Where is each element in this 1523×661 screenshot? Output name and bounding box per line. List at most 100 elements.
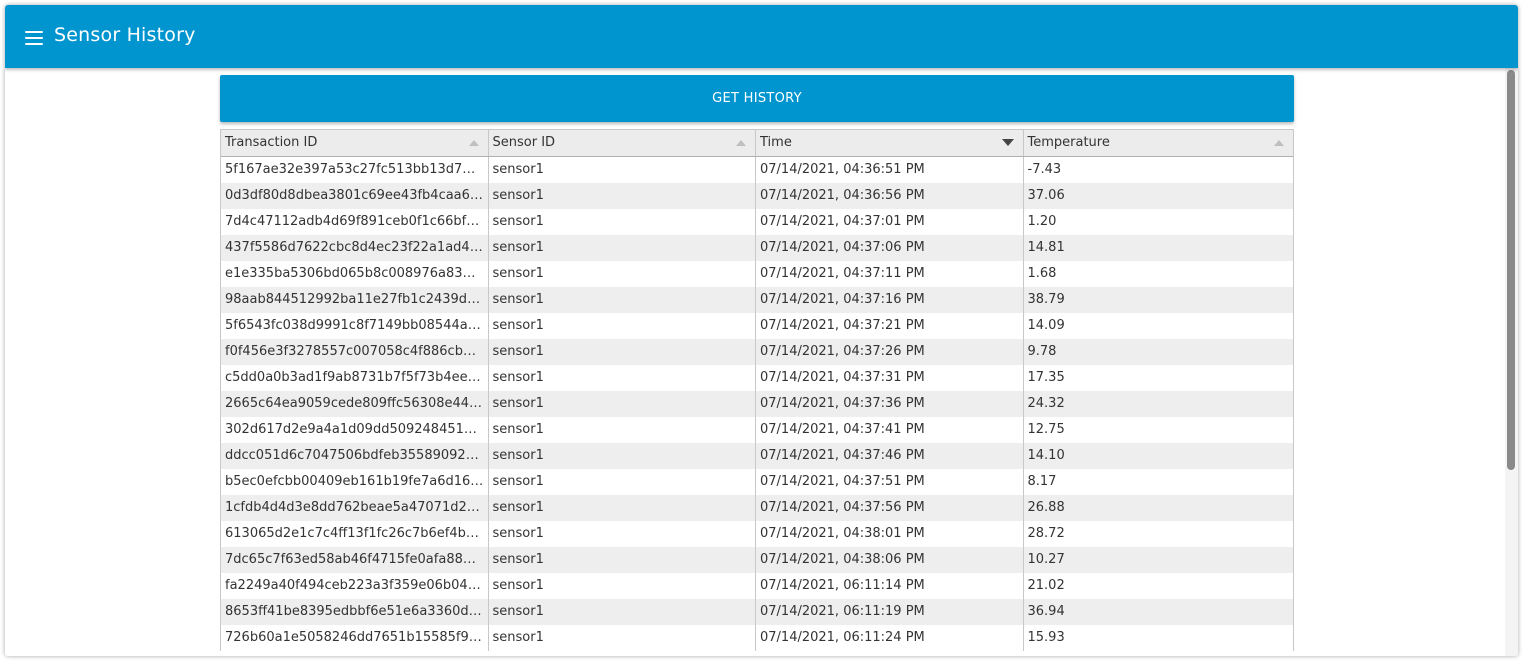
app-window: Sensor History GET HISTORY Transaction I… [5,5,1518,656]
table-row[interactable]: 8653ff41be8395edbbf6e51e6a3360dd… sensor1… [221,599,1293,625]
table-row[interactable]: 0d3df80d8dbea3801c69ee43fb4caa65… sensor1… [221,183,1293,209]
table-row[interactable]: 437f5586d7622cbc8d4ec23f22a1ad4fc… sensor… [221,235,1293,261]
temperature-cell: 17.35 [1027,370,1065,385]
table-row[interactable]: e1e335ba5306bd065b8c008976a836c… sensor1 0… [221,261,1293,287]
vertical-scrollbar[interactable] [1505,68,1518,656]
temperature-cell: 14.10 [1027,448,1065,463]
time-cell: 07/14/2021, 04:37:16 PM [756,287,1024,313]
time-cell: 07/14/2021, 04:37:06 PM [756,235,1024,261]
transaction-id-cell: 5f6543fc038d9991c8f7149bb08544a1… [221,313,489,339]
temperature-cell: 12.75 [1027,422,1065,437]
sensor-id-cell: sensor1 [489,599,756,625]
sort-up-icon [468,140,479,146]
time-cell: 07/14/2021, 04:38:01 PM [756,521,1024,547]
temperature-cell: 26.88 [1027,500,1065,515]
transaction-id-cell: 726b60a1e5058246dd7651b15585f96a… [221,625,489,651]
table-row[interactable]: 5f167ae32e397a53c27fc513bb13d777e… sensor… [221,157,1293,183]
history-table: Transaction ID Sensor ID Time Temperatur… [220,129,1294,651]
transaction-id-cell: f0f456e3f3278557c007058c4f886cbab… [221,339,489,365]
table-row[interactable]: 7dc65c7f63ed58ab46f4715fe0afa884c… sensor… [221,547,1293,573]
sensor-id-cell: sensor1 [489,365,756,391]
table-row[interactable]: f0f456e3f3278557c007058c4f886cbab… sensor… [221,339,1293,365]
scrollbar-thumb[interactable] [1507,70,1515,470]
temperature-cell: -7.43 [1027,162,1062,177]
table-row[interactable]: 302d617d2e9a4a1d09dd50924845159… sensor1 0… [221,417,1293,443]
transaction-id-cell: 2665c64ea9059cede809ffc56308e443… [221,391,489,417]
table-row[interactable]: 2665c64ea9059cede809ffc56308e443… sensor1… [221,391,1293,417]
transaction-id-cell: 8653ff41be8395edbbf6e51e6a3360dd… [221,599,489,625]
sensor-id-cell: sensor1 [489,313,756,339]
sensor-id-cell: sensor1 [489,261,756,287]
table-row[interactable]: 1cfdb4d4d3e8dd762beae5a47071d236… sensor1… [221,495,1293,521]
temperature-cell: 38.79 [1027,292,1065,307]
get-history-button[interactable]: GET HISTORY [220,75,1294,122]
column-header-time[interactable]: Time [756,130,1024,156]
sensor-id-cell: sensor1 [489,339,756,365]
time-cell: 07/14/2021, 04:37:56 PM [756,495,1024,521]
hamburger-menu-icon[interactable] [25,31,43,45]
sensor-id-cell: sensor1 [489,521,756,547]
transaction-id-cell: 613065d2e1c7c4ff13f1fc26c7b6ef4bdf0… [221,521,489,547]
time-cell: 07/14/2021, 04:37:41 PM [756,417,1024,443]
sensor-id-cell: sensor1 [489,209,756,235]
time-cell: 07/14/2021, 06:11:24 PM [756,625,1024,651]
transaction-id-cell: e1e335ba5306bd065b8c008976a836c… [221,261,489,287]
sensor-id-cell: sensor1 [489,495,756,521]
transaction-id-cell: 98aab844512992ba11e27fb1c2439dc0… [221,287,489,313]
sort-up-icon [736,140,746,146]
temperature-cell: 37.06 [1027,188,1065,203]
temperature-cell: 8.17 [1027,474,1057,489]
column-header-transaction-id[interactable]: Transaction ID [221,130,489,156]
sensor-id-cell: sensor1 [489,183,756,209]
app-bar: Sensor History [5,5,1518,68]
temperature-cell: 28.72 [1027,526,1065,541]
transaction-id-cell: fa2249a40f494ceb223a3f359e06b043… [221,573,489,599]
table-row[interactable]: 98aab844512992ba11e27fb1c2439dc0… sensor1… [221,287,1293,313]
table-row[interactable]: 7d4c47112adb4d69f891ceb0f1c66bf2b… sensor… [221,209,1293,235]
time-cell: 07/14/2021, 04:37:51 PM [756,469,1024,495]
temperature-cell: 14.09 [1027,318,1065,333]
table-row[interactable]: 5f6543fc038d9991c8f7149bb08544a1… sensor1… [221,313,1293,339]
table-row[interactable]: c5dd0a0b3ad1f9ab8731b7f5f73b4ee49… sensor… [221,365,1293,391]
table-row[interactable]: 613065d2e1c7c4ff13f1fc26c7b6ef4bdf0… sens… [221,521,1293,547]
transaction-id-cell: 0d3df80d8dbea3801c69ee43fb4caa65… [221,183,489,209]
temperature-cell: 14.81 [1027,240,1065,255]
time-cell: 07/14/2021, 04:37:26 PM [756,339,1024,365]
transaction-id-cell: ddcc051d6c7047506bdfeb35589092cb… [221,443,489,469]
temperature-cell: 24.32 [1027,396,1065,411]
transaction-id-cell: 7d4c47112adb4d69f891ceb0f1c66bf2b… [221,209,489,235]
sensor-id-cell: sensor1 [489,157,756,183]
transaction-id-cell: b5ec0efcbb00409eb161b19fe7a6d16b… [221,469,489,495]
time-cell: 07/14/2021, 04:37:01 PM [756,209,1024,235]
temperature-cell: 1.20 [1027,214,1057,229]
time-cell: 07/14/2021, 04:36:56 PM [756,183,1024,209]
column-header-label: Transaction ID [225,135,318,150]
time-cell: 07/14/2021, 04:37:31 PM [756,365,1024,391]
main-content: GET HISTORY Transaction ID Sensor ID Tim… [5,68,1505,656]
sensor-id-cell: sensor1 [489,573,756,599]
table-row[interactable]: fa2249a40f494ceb223a3f359e06b043… sensor1… [221,573,1293,599]
sensor-id-cell: sensor1 [489,625,756,651]
sort-down-icon [1001,139,1014,146]
temperature-cell: 15.93 [1027,630,1065,645]
table-row[interactable]: b5ec0efcbb00409eb161b19fe7a6d16b… sensor1… [221,469,1293,495]
table-row[interactable]: 726b60a1e5058246dd7651b15585f96a… sensor1… [221,625,1293,651]
time-cell: 07/14/2021, 06:11:19 PM [756,599,1024,625]
time-cell: 07/14/2021, 04:37:21 PM [756,313,1024,339]
sort-up-icon [1274,140,1284,146]
transaction-id-cell: 437f5586d7622cbc8d4ec23f22a1ad4fc… [221,235,489,261]
temperature-cell: 21.02 [1027,578,1065,593]
column-header-sensor-id[interactable]: Sensor ID [489,130,756,156]
table-row[interactable]: ddcc051d6c7047506bdfeb35589092cb… sensor1… [221,443,1293,469]
sensor-id-cell: sensor1 [489,391,756,417]
app-title: Sensor History [54,24,196,46]
column-header-label: Time [760,135,792,150]
sensor-id-cell: sensor1 [489,469,756,495]
temperature-cell: 1.68 [1027,266,1057,281]
time-cell: 07/14/2021, 06:11:14 PM [756,573,1024,599]
column-header-temperature[interactable]: Temperature [1024,130,1294,156]
column-header-label: Sensor ID [492,135,556,150]
sensor-id-cell: sensor1 [489,417,756,443]
table-body: 5f167ae32e397a53c27fc513bb13d777e… sensor… [221,157,1293,651]
time-cell: 07/14/2021, 04:36:51 PM [756,157,1024,183]
